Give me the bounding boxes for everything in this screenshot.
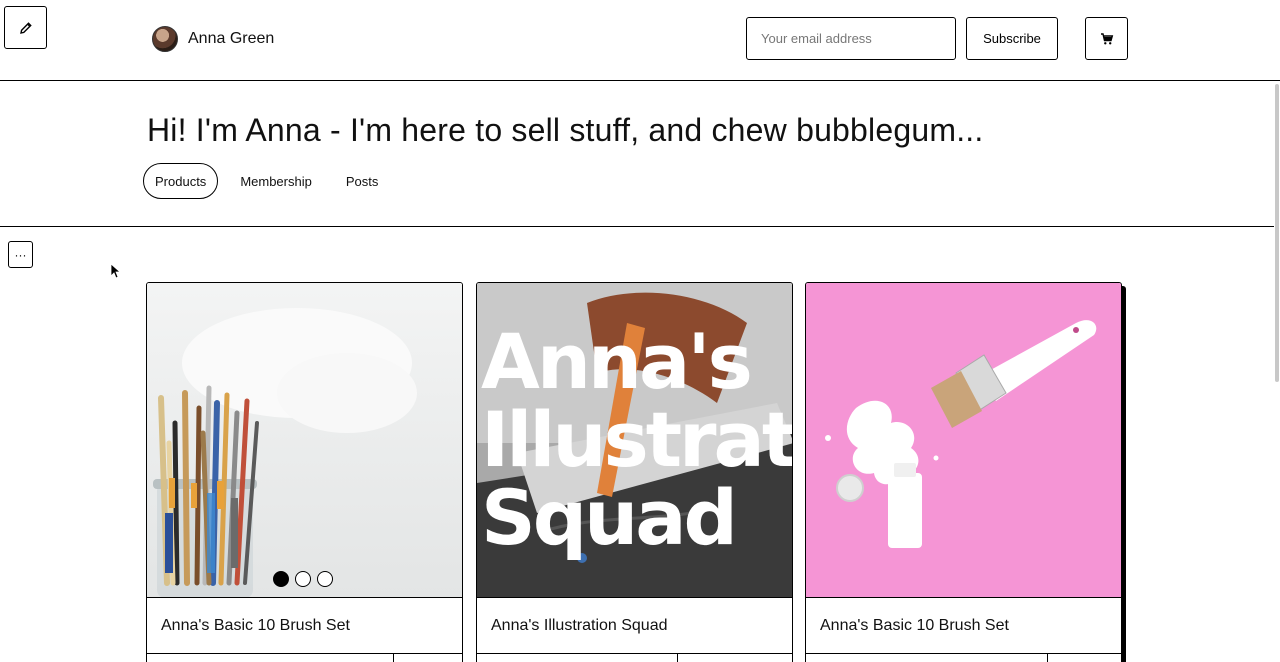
mouse-cursor-icon [110, 263, 120, 279]
footer-divider [393, 654, 394, 662]
product-title[interactable]: Anna's Basic 10 Brush Set [820, 617, 1009, 635]
product-image-paintbrush [806, 283, 1121, 598]
scrollbar-thumb[interactable] [1275, 84, 1279, 382]
page-title: Hi! I'm Anna - I'm here to sell stuff, a… [147, 112, 984, 148]
carousel-dot[interactable] [295, 571, 311, 587]
tab-posts[interactable]: Posts [334, 163, 391, 199]
cart-button[interactable] [1085, 17, 1128, 60]
footer-divider [677, 654, 678, 662]
product-footer [806, 653, 1121, 662]
section-divider [0, 226, 1274, 227]
page-scrollbar[interactable] [1274, 82, 1280, 382]
product-title[interactable]: Anna's Basic 10 Brush Set [161, 617, 350, 635]
product-footer [477, 653, 792, 662]
more-icon: ··· [14, 247, 27, 262]
site-header: Anna Green Subscribe [0, 0, 1280, 81]
product-footer [147, 653, 462, 662]
tab-products[interactable]: Products [143, 163, 219, 199]
avatar [152, 26, 178, 52]
overlay-line: Illustratio [481, 395, 792, 484]
product-image-illustration: Anna's Illustratio Squad [477, 283, 792, 598]
profile-link[interactable]: Anna Green [152, 26, 274, 52]
more-options-button[interactable]: ··· [8, 241, 33, 268]
image-overlay-text: Anna's Illustratio Squad [481, 323, 792, 557]
cart-icon [1100, 32, 1113, 44]
tab-bar: Products Membership Posts [143, 163, 390, 199]
profile-name: Anna Green [188, 30, 275, 47]
edit-button[interactable] [4, 6, 47, 49]
product-card[interactable]: Anna's Basic 10 Brush Set [805, 282, 1122, 662]
carousel-dot[interactable] [273, 571, 289, 587]
email-field[interactable] [746, 17, 956, 60]
carousel-dots [273, 571, 333, 587]
footer-divider [1047, 654, 1048, 662]
product-image-brushes [147, 283, 462, 598]
tab-membership[interactable]: Membership [228, 163, 324, 199]
subscribe-button[interactable]: Subscribe [966, 17, 1058, 60]
product-card[interactable]: Anna's Basic 10 Brush Set [146, 282, 463, 662]
pencil-icon [19, 21, 32, 34]
overlay-line: Anna's [481, 317, 753, 406]
carousel-dot[interactable] [317, 571, 333, 587]
product-title[interactable]: Anna's Illustration Squad [491, 617, 668, 635]
overlay-line: Squad [481, 473, 738, 562]
product-card[interactable]: Anna's Illustratio Squad Anna's Illustra… [476, 282, 793, 662]
